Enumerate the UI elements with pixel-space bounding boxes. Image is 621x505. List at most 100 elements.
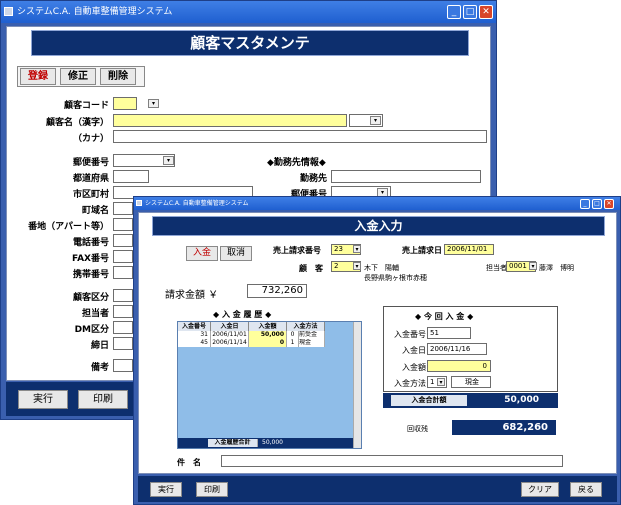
staff-label: 担当者 [81, 309, 109, 319]
mobile-field[interactable] [113, 266, 133, 279]
workplace-field[interactable] [331, 170, 481, 183]
billing-date-field[interactable]: 2006/11/01 [444, 244, 494, 255]
remaining-value: 682,260 [452, 420, 556, 435]
payment-header: 入金入力 [152, 216, 605, 236]
billing-amount-field: 732,260 [247, 284, 307, 298]
maximize-icon[interactable]: □ [463, 5, 477, 19]
name-kanji-label: 顧客名（漢字） [45, 118, 109, 128]
payment-customer-dropdown[interactable]: ▾ [353, 262, 361, 270]
table-row[interactable]: 31 2006/11/01 50,000 0 前受金 [178, 331, 325, 339]
back-button[interactable]: 戻る [570, 482, 602, 497]
history-cell-no: 31 [178, 331, 211, 339]
current-no-label: 入金番号 [394, 330, 426, 339]
workplace-label: 勤務先 [299, 174, 327, 184]
notes-label: 備考 [90, 363, 109, 373]
billing-amount-label: 請求金額 ￥ [165, 290, 219, 301]
town-field[interactable] [113, 202, 133, 215]
customer-print-button[interactable]: 印刷 [78, 390, 128, 409]
fax-label: FAX番号 [71, 254, 109, 264]
name-kana-field[interactable] [113, 130, 487, 143]
clear-button[interactable]: クリア [521, 482, 559, 497]
payment-total-bar: 入金合計額 50,000 [383, 393, 558, 408]
current-no-field[interactable]: 51 [427, 327, 471, 339]
fax-field[interactable] [113, 250, 133, 263]
subject-label: 件 名 [177, 458, 201, 467]
register-button[interactable]: 登録 [20, 68, 56, 85]
dm-type-field[interactable] [113, 321, 133, 334]
current-amount-label: 入金額 [402, 363, 426, 372]
remaining-label: 回収残 [407, 425, 428, 433]
address-field[interactable] [113, 218, 133, 231]
subject-field[interactable] [221, 455, 563, 467]
payment-input-button[interactable]: 入金 [186, 246, 218, 261]
payment-staff-name-text: 藤澤 博明 [539, 264, 574, 272]
billing-date-label: 売上請求日 [402, 246, 442, 255]
customer-window-titlebar: システムC.A. 自動車整備管理システム _ □ ✕ [1, 1, 496, 23]
customer-type-label: 顧客区分 [72, 293, 109, 303]
delete-button[interactable]: 削除 [100, 68, 136, 85]
honorific-dropdown[interactable]: ▾ [370, 116, 381, 125]
postal-dropdown[interactable]: ▾ [163, 156, 174, 165]
current-date-field[interactable]: 2006/11/16 [427, 343, 487, 355]
minimize-icon[interactable]: _ [580, 199, 590, 209]
payment-total-label: 入金合計額 [391, 395, 467, 406]
history-grid: 入金番号 入金日 入金額 入金方法 31 2006/11/01 50,000 0… [177, 321, 362, 449]
edit-button[interactable]: 修正 [60, 68, 96, 85]
payment-staff-dropdown[interactable]: ▾ [529, 262, 537, 270]
customer-name-text: 木下 陽輔 [364, 264, 399, 272]
prefecture-field[interactable] [113, 170, 149, 183]
current-method-dropdown[interactable]: ▾ [437, 378, 445, 386]
current-payment-title: ◆ 今 回 入 金 ◆ [415, 312, 474, 321]
name-kanji-field[interactable] [113, 114, 347, 127]
history-cell-date: 2006/11/14 [211, 339, 249, 347]
prefecture-label: 都道府県 [72, 174, 109, 184]
history-cell-no: 45 [178, 339, 211, 347]
table-row[interactable]: 45 2006/11/14 0 1 現金 [178, 339, 325, 347]
history-cell-method-code: 1 [287, 339, 299, 347]
customer-type-field[interactable] [113, 289, 133, 302]
history-total-bar: 入金履歴合計 50,000 [178, 438, 353, 448]
history-header-no: 入金番号 [178, 322, 211, 331]
staff-field[interactable] [113, 305, 133, 318]
customer-code-dropdown[interactable]: ▾ [148, 99, 159, 108]
dm-type-label: DM区分 [74, 325, 109, 335]
current-date-label: 入金日 [402, 346, 426, 355]
town-label: 町域名 [81, 206, 109, 216]
current-method-label: 入金方法 [394, 379, 426, 388]
history-total-label: 入金履歴合計 [208, 439, 258, 447]
history-header-method: 入金方法 [287, 322, 325, 331]
sales-no-label: 売上請求番号 [273, 246, 321, 255]
closing-day-field[interactable] [113, 337, 133, 350]
payment-window-title: システムC.A. 自動車整備管理システム [145, 200, 249, 207]
close-icon[interactable]: ✕ [479, 5, 493, 19]
notes-field[interactable] [113, 359, 133, 372]
name-kana-label: （カナ） [72, 134, 109, 144]
customer-address-text: 長野県駒ヶ根市赤穂 [364, 274, 427, 282]
work-info-heading: ◆勤務先情報◆ [267, 158, 326, 168]
close-icon[interactable]: ✕ [604, 199, 614, 209]
history-cell-date: 2006/11/01 [211, 331, 249, 339]
history-scrollbar[interactable] [353, 322, 361, 448]
mobile-label: 携帯番号 [72, 270, 109, 280]
customer-execute-button[interactable]: 実行 [18, 390, 68, 409]
address-label: 番地（アパート等） [28, 222, 109, 232]
app-icon [136, 200, 142, 206]
current-amount-field[interactable]: 0 [427, 360, 491, 372]
payment-cancel-button[interactable]: 取消 [220, 246, 252, 261]
history-cell-method-code: 0 [287, 331, 299, 339]
customer-window-title: システムC.A. 自動車整備管理システム [17, 7, 173, 17]
customer-code-label: 顧客コード [63, 101, 109, 111]
history-cell-amount: 50,000 [249, 331, 287, 339]
phone-field[interactable] [113, 234, 133, 247]
sales-no-dropdown[interactable]: ▾ [353, 245, 361, 253]
customer-label: 顧 客 [299, 264, 323, 273]
payment-entry-window: システムC.A. 自動車整備管理システム _ □ ✕ 入金入力 入金 取消 売上… [133, 196, 621, 505]
payment-print-button[interactable]: 印刷 [196, 482, 228, 497]
payment-execute-button[interactable]: 実行 [150, 482, 182, 497]
minimize-icon[interactable]: _ [447, 5, 461, 19]
payment-window-titlebar: システムC.A. 自動車整備管理システム _ □ ✕ [134, 197, 620, 210]
history-title: ◆ 入 金 履 歴 ◆ [213, 310, 272, 319]
maximize-icon[interactable]: □ [592, 199, 602, 209]
payment-footer: 実行 印刷 クリア 戻る [138, 476, 617, 502]
customer-code-field[interactable] [113, 97, 137, 110]
